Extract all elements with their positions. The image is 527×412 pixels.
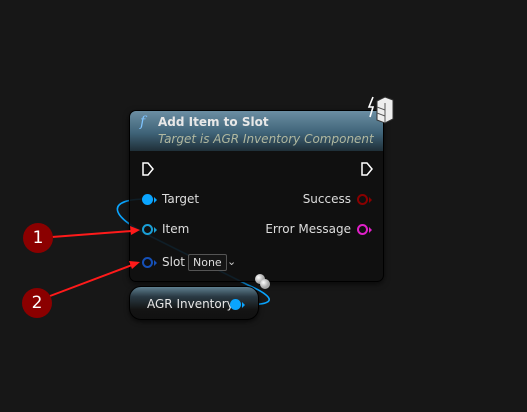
arrowhead-icon	[130, 226, 140, 235]
arrow-1	[51, 230, 133, 238]
arrow-2	[49, 264, 133, 297]
arrowhead-icon	[129, 261, 140, 269]
annotation-arrows	[49, 226, 140, 297]
marker-1: 1	[23, 223, 53, 253]
marker-2: 2	[22, 288, 52, 318]
